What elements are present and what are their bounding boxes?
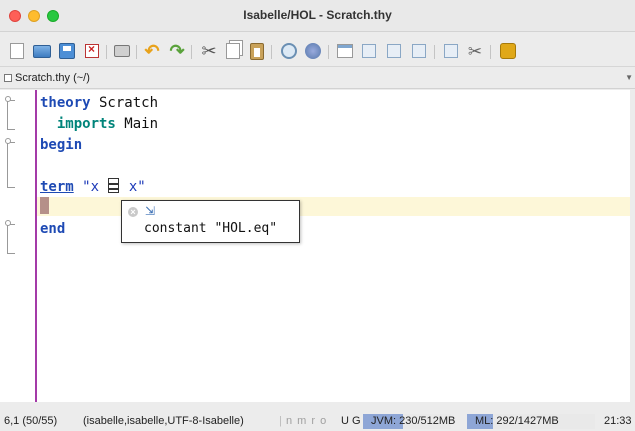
- options-icon: [444, 44, 458, 58]
- window-icon: [337, 44, 353, 58]
- ml-memory-indicator[interactable]: ML: 292/1427MB: [467, 414, 595, 429]
- cut-button[interactable]: ✂: [198, 41, 220, 61]
- keyword-term: term: [40, 179, 74, 195]
- theory-name: Scratch: [90, 95, 159, 111]
- tooltip-detach-icon[interactable]: ⇲: [145, 204, 155, 218]
- fold-handle-icon[interactable]: [5, 220, 11, 226]
- toolbar-separator: [434, 45, 435, 59]
- editing-flags[interactable]: n m r o: [286, 415, 327, 427]
- close-file-button[interactable]: [81, 41, 103, 61]
- jvm-memory-indicator[interactable]: JVM: 230/512MB: [363, 414, 455, 429]
- scissors-icon: ✂: [201, 41, 217, 61]
- import-name: Main: [115, 116, 159, 132]
- new-file-button[interactable]: [6, 41, 28, 61]
- puzzle-icon: [500, 43, 516, 59]
- find-next-icon: [305, 43, 321, 59]
- title-bar: Isabelle/HOL - Scratch.thy: [0, 0, 635, 32]
- caret-position[interactable]: 6,1 (50/55): [4, 415, 57, 427]
- split-vertical-button[interactable]: [408, 41, 430, 61]
- find-button[interactable]: [278, 41, 300, 61]
- copy-icon: [226, 43, 240, 59]
- buffer-tab-label: Scratch.thy (~/): [15, 72, 90, 84]
- jvm-memory-label: JVM: 230/512MB: [371, 415, 456, 427]
- keyword-imports: imports: [56, 116, 116, 132]
- open-file-button[interactable]: [31, 41, 53, 61]
- new-file-icon: [10, 43, 24, 59]
- string-part: "x: [73, 179, 108, 195]
- chevron-down-icon[interactable]: ▼: [625, 73, 633, 82]
- folder-icon: [33, 44, 51, 58]
- keyword-begin: begin: [40, 137, 83, 153]
- text-caret: [40, 197, 49, 214]
- file-icon: [4, 74, 12, 82]
- toolbar-separator: [490, 45, 491, 59]
- copy-button[interactable]: [222, 41, 244, 61]
- window-title: Isabelle/HOL - Scratch.thy: [243, 8, 392, 22]
- fold-bracket: [7, 142, 15, 188]
- fold-bracket: [7, 100, 15, 130]
- print-button[interactable]: [111, 41, 133, 61]
- toolbar-separator: [191, 45, 192, 59]
- code-line: imports Main: [40, 114, 158, 134]
- fold-bracket: [7, 224, 15, 254]
- undo-icon: ↶: [144, 41, 160, 61]
- text-area[interactable]: theory Scratch imports Main begin term "…: [0, 90, 630, 402]
- equiv-symbol-icon: [108, 178, 120, 193]
- status-bar: 6,1 (50/55) (isabelle,isabelle,UTF-8-Isa…: [0, 412, 635, 431]
- split-vertical-icon: [412, 44, 426, 58]
- buffer-mode[interactable]: (isabelle,isabelle,UTF-8-Isabelle): [83, 415, 244, 427]
- undo-button[interactable]: ↶: [141, 41, 163, 61]
- buffer-options-button[interactable]: [440, 41, 462, 61]
- plugin-manager-button[interactable]: [497, 41, 519, 61]
- new-view-button[interactable]: [334, 41, 356, 61]
- toolbar-separator: [271, 45, 272, 59]
- ug-indicator[interactable]: U G: [341, 415, 361, 427]
- split-horizontal-button[interactable]: [383, 41, 405, 61]
- hover-tooltip: × ⇲ constant "HOL.eq": [121, 200, 300, 243]
- global-options-button[interactable]: ✂: [464, 41, 486, 61]
- toolbar-separator: [328, 45, 329, 59]
- clipboard-icon: [250, 42, 264, 60]
- split-horizontal-icon: [387, 44, 401, 58]
- ml-memory-label: ML: 292/1427MB: [475, 415, 559, 427]
- code-line: end: [40, 219, 65, 239]
- redo-icon: ↷: [169, 41, 185, 61]
- unsplit-icon: [362, 44, 376, 58]
- clock: 21:33: [604, 415, 632, 427]
- fold-handle-icon[interactable]: [5, 138, 11, 144]
- toolbar-separator: [106, 45, 107, 59]
- tooltip-text: constant "HOL.eq": [144, 221, 278, 236]
- wrench-icon: ✂: [467, 41, 483, 61]
- toolbar-separator: [136, 45, 137, 59]
- code-line: term "x x": [40, 177, 146, 197]
- code-line: theory Scratch: [40, 93, 158, 113]
- save-icon: [59, 43, 75, 59]
- tooltip-close-icon[interactable]: ×: [128, 207, 138, 217]
- unsplit-button[interactable]: [358, 41, 380, 61]
- fold-handle-icon[interactable]: [5, 96, 11, 102]
- buffer-tab[interactable]: Scratch.thy (~/): [4, 72, 90, 84]
- gutter-border: [35, 90, 37, 402]
- keyword-theory: theory: [40, 95, 91, 111]
- redo-button[interactable]: ↷: [166, 41, 188, 61]
- code-line: begin: [40, 135, 82, 155]
- buffer-switcher[interactable]: Scratch.thy (~/) ▼: [0, 68, 635, 89]
- string-part: x": [120, 179, 146, 195]
- save-file-button[interactable]: [56, 41, 78, 61]
- printer-icon: [114, 45, 130, 57]
- status-divider: |: [279, 415, 282, 427]
- magnifier-icon: [281, 43, 297, 59]
- gutter: [0, 90, 36, 402]
- paste-button[interactable]: [246, 41, 268, 61]
- keyword-end: end: [40, 221, 66, 237]
- close-icon: [85, 42, 99, 58]
- find-next-button[interactable]: [302, 41, 324, 61]
- toolbar: ↶ ↷ ✂ ✂: [0, 33, 635, 67]
